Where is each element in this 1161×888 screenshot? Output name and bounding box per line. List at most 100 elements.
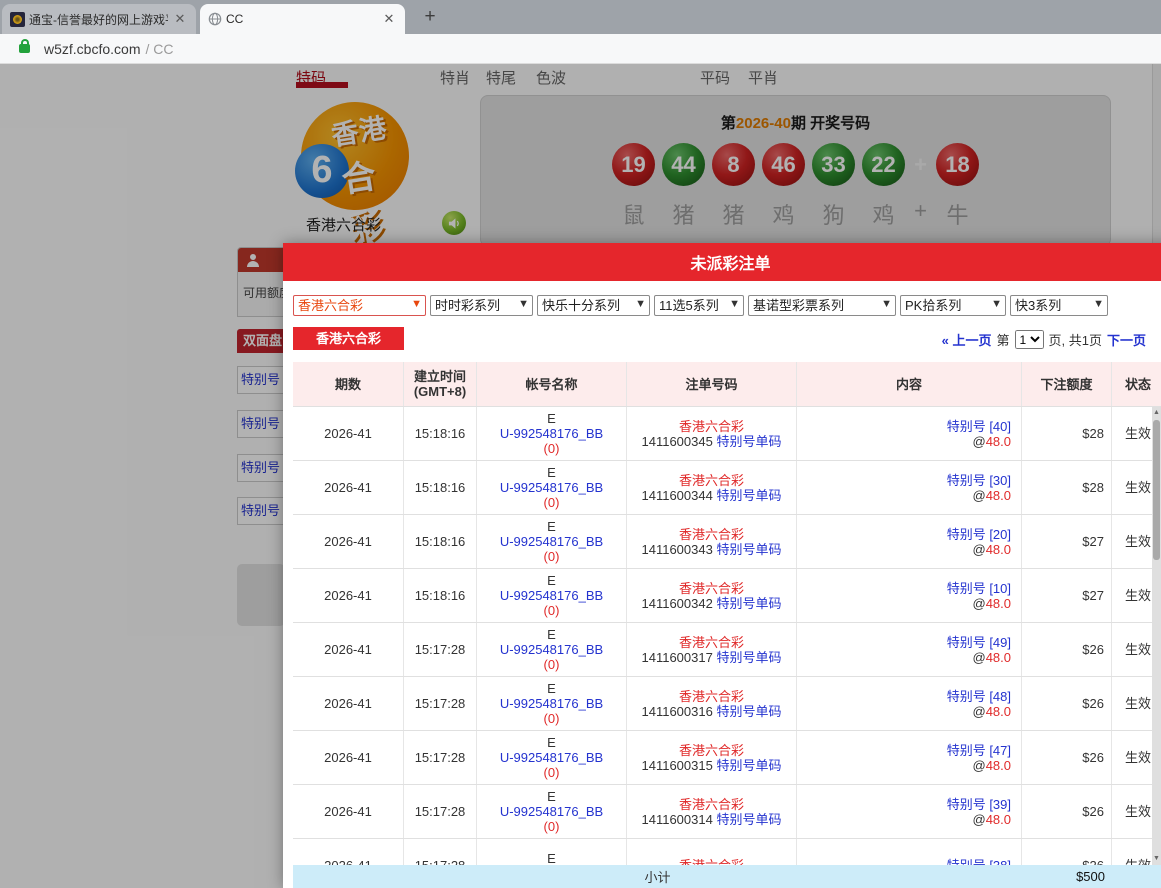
odds-at: @ [972, 650, 985, 665]
bet-type-link[interactable]: 特别号单码 [716, 650, 781, 665]
bet-type-link[interactable]: 特别号单码 [716, 596, 781, 611]
bet-number-line: 1411600316 特别号单码 [627, 704, 796, 719]
odds-value: 48.0 [986, 488, 1011, 503]
bet-number: 1411600342 [642, 596, 713, 611]
lottery-series-select[interactable]: 11选5系列 [654, 295, 744, 316]
cell-time: 15:18:16 [404, 461, 477, 514]
lottery-series-select[interactable]: 香港六合彩 [293, 295, 426, 316]
account-count: (0) [477, 441, 626, 456]
account-line1: E [477, 465, 626, 480]
account-link[interactable]: U-992548176_BB [477, 480, 626, 495]
scrollbar-thumb[interactable] [1153, 420, 1160, 560]
odds-line: @48.0 [797, 434, 1011, 449]
bet-type-link[interactable]: 特别号单码 [716, 488, 781, 503]
table-row: 2026-41 15:18:16 E U-992548176_BB (0) 香港… [293, 461, 1161, 515]
tab-close-icon[interactable]: ✕ [381, 11, 397, 27]
account-link[interactable]: U-992548176_BB [477, 804, 626, 819]
bet-type-link[interactable]: 特别号单码 [716, 812, 781, 827]
browser-tab-strip: 通宝-信誉最好的网上游戏平 ✕ CC ✕ + [0, 0, 1161, 34]
active-lottery-button[interactable]: 香港六合彩 [293, 327, 404, 350]
account-line1: E [477, 789, 626, 804]
odds-value: 48.0 [986, 542, 1011, 557]
content-link[interactable]: 特别号 [10] [797, 581, 1011, 596]
account-link[interactable]: U-992548176_BB [477, 588, 626, 603]
browser-tab-inactive[interactable]: 通宝-信誉最好的网上游戏平 ✕ [2, 4, 196, 34]
url-path-text: / CC [145, 41, 173, 57]
bet-number: 1411600314 [642, 812, 713, 827]
account-link[interactable]: U-992548176_BB [477, 426, 626, 441]
account-link[interactable]: U-992548176_BB [477, 534, 626, 549]
lottery-series-select[interactable]: 基诺型彩票系列 [748, 295, 896, 316]
bet-type-link[interactable]: 特别号单码 [716, 542, 781, 557]
table-row: 2026-41 15:17:28 E U-992548176_BB (0) 香港… [293, 677, 1161, 731]
browser-tab-active[interactable]: CC ✕ [200, 4, 405, 34]
account-line1: E [477, 681, 626, 696]
bet-number-line: 1411600342 特别号单码 [627, 596, 796, 611]
content-link[interactable]: 特别号 [30] [797, 473, 1011, 488]
table-scrollbar[interactable]: ▲ ▼ [1152, 407, 1161, 865]
lottery-series-select[interactable]: 快乐十分系列 [537, 295, 650, 316]
bet-type-link[interactable]: 特别号单码 [716, 758, 781, 773]
bet-lottery-name: 香港六合彩 [627, 527, 796, 542]
odds-line: @48.0 [797, 812, 1011, 827]
content-link[interactable]: 特别号 [20] [797, 527, 1011, 542]
odds-at: @ [972, 812, 985, 827]
odds-at: @ [972, 704, 985, 719]
cell-content: 特别号 [10] @48.0 [797, 569, 1022, 622]
account-link[interactable]: U-992548176_BB [477, 750, 626, 765]
cell-content: 特别号 [20] @48.0 [797, 515, 1022, 568]
content-link[interactable]: 特别号 [40] [797, 419, 1011, 434]
cell-bet-number: 香港六合彩 1411600342 特别号单码 [627, 569, 797, 622]
bet-number-line: 1411600317 特别号单码 [627, 650, 796, 665]
odds-line: @48.0 [797, 488, 1011, 503]
table-row: 2026-41 15:17:28 E U-992548176_BB (0) 香港… [293, 731, 1161, 785]
bet-type-link[interactable]: 特别号单码 [716, 704, 781, 719]
content-link[interactable]: 特别号 [47] [797, 743, 1011, 758]
cell-bet-number: 香港六合彩 1411600314 特别号单码 [627, 785, 797, 838]
page-number-select[interactable]: 1 [1015, 330, 1044, 349]
bet-lottery-name: 香港六合彩 [627, 581, 796, 596]
odds-line: @48.0 [797, 542, 1011, 557]
cell-time: 15:17:28 [404, 731, 477, 784]
bet-number-line: 1411600315 特别号单码 [627, 758, 796, 773]
url-text: w5zf.cbcfo.com [44, 41, 140, 57]
content-link[interactable]: 特别号 [49] [797, 635, 1011, 650]
cell-bet-number: 香港六合彩 1411600316 特别号单码 [627, 677, 797, 730]
cell-account: E U-992548176_BB (0) [477, 731, 627, 784]
account-count: (0) [477, 657, 626, 672]
bet-number: 1411600345 [642, 434, 713, 449]
cell-account: E U-992548176_BB (0) [477, 569, 627, 622]
odds-line: @48.0 [797, 596, 1011, 611]
bet-type-link[interactable]: 特别号单码 [716, 434, 781, 449]
cell-content: 特别号 [39] @48.0 [797, 785, 1022, 838]
secure-lock-icon [19, 44, 30, 53]
address-bar[interactable]: w5zf.cbcfo.com / CC [0, 34, 1161, 64]
account-link[interactable]: U-992548176_BB [477, 642, 626, 657]
cell-content: 特别号 [38] [797, 839, 1022, 865]
lottery-series-select[interactable]: PK拾系列 [900, 295, 1006, 316]
odds-at: @ [972, 488, 985, 503]
content-link[interactable]: 特别号 [48] [797, 689, 1011, 704]
next-page-link[interactable]: 下一页 [1107, 330, 1146, 349]
lottery-series-select[interactable]: 时时彩系列 [430, 295, 533, 316]
cell-time: 15:18:16 [404, 407, 477, 460]
modal-title: 未派彩注单 [690, 250, 770, 274]
content-link[interactable]: 特别号 [39] [797, 797, 1011, 812]
lottery-series-select[interactable]: 快3系列 [1010, 295, 1108, 316]
account-line1: E [477, 627, 626, 642]
account-link[interactable]: U-992548176_BB [477, 696, 626, 711]
content-link[interactable]: 特别号 [38] [797, 858, 1011, 865]
scrollbar-up-arrow-icon[interactable]: ▲ [1152, 407, 1161, 419]
account-line1: E [477, 573, 626, 588]
prev-page-link[interactable]: « 上一页 [942, 330, 992, 349]
cell-content: 特别号 [47] @48.0 [797, 731, 1022, 784]
new-tab-button[interactable]: + [418, 6, 442, 30]
scrollbar-down-arrow-icon[interactable]: ▼ [1152, 853, 1161, 865]
tab-close-icon[interactable]: ✕ [172, 11, 188, 27]
odds-value: 48.0 [986, 650, 1011, 665]
bet-lottery-name: 香港六合彩 [627, 858, 796, 865]
cell-amount: $27 [1022, 569, 1112, 622]
bets-table: 期数 建立时间 (GMT+8) 帐号名称 注单号码 内容 下注额度 状态 202… [293, 362, 1161, 888]
odds-value: 48.0 [986, 812, 1011, 827]
cell-content: 特别号 [49] @48.0 [797, 623, 1022, 676]
